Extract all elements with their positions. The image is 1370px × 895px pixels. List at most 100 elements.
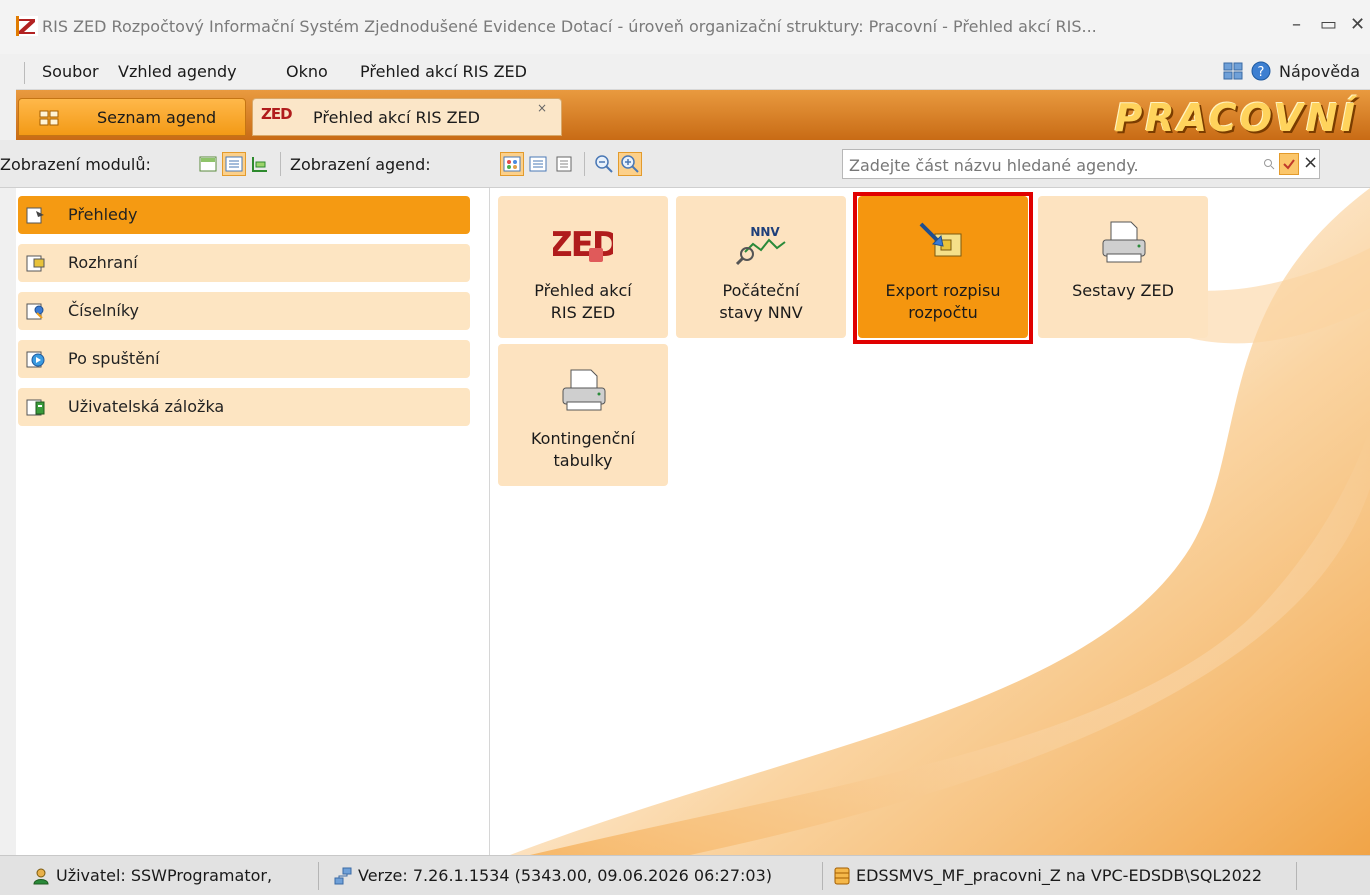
zoom-out-icon <box>595 155 613 173</box>
agenda-search-input[interactable] <box>847 153 1271 177</box>
module-item-interfaces[interactable]: Rozhraní <box>18 244 470 282</box>
user-icon <box>33 868 49 884</box>
checkmark-icon <box>1283 159 1295 170</box>
startup-folder-icon <box>26 351 45 368</box>
minimize-button[interactable]: – <box>1292 14 1301 35</box>
toolbar: Zobrazení modulů: Zobrazení agend: Zadej… <box>0 140 1370 188</box>
tab-agenda-list[interactable]: Seznam agend <box>18 98 246 136</box>
module-label: Číselníky <box>68 301 139 320</box>
zed-small-icon: ZED <box>261 105 293 123</box>
modules-view-details-button[interactable] <box>222 152 246 176</box>
menu-bar: Soubor Vzhled agendy Okno Přehled akcí R… <box>16 54 1370 90</box>
module-item-on-startup[interactable]: Po spuštění <box>18 340 470 378</box>
menu-actions-overview[interactable]: Přehled akcí RIS ZED <box>360 62 527 81</box>
toolbar-separator <box>584 152 585 176</box>
help-menu[interactable]: Nápověda <box>1279 62 1360 81</box>
module-label: Uživatelská záložka <box>68 397 225 416</box>
modules-view-label: Zobrazení modulů: <box>0 155 151 174</box>
svg-text:?: ? <box>1258 65 1265 80</box>
window-title: RIS ZED Rozpočtový Informační Systém Zje… <box>42 17 1097 36</box>
status-user-text: Uživatel: SSWProgramator, <box>56 866 273 885</box>
zed-logo-text: ZED <box>553 225 613 265</box>
tile-label: Sestavy ZED <box>1072 281 1174 300</box>
nnv-icon-text: NNV <box>750 225 780 239</box>
overview-folder-icon <box>26 207 44 224</box>
search-clear-button[interactable]: × <box>1303 152 1318 173</box>
help-area: ? Nápověda <box>1223 61 1360 81</box>
help-icon[interactable]: ? <box>1251 61 1271 81</box>
maximize-button[interactable]: ▭ <box>1320 14 1337 35</box>
app-logo-icon <box>16 16 38 36</box>
agendas-view-label: Zobrazení agend: <box>290 155 431 174</box>
list-rows-icon <box>199 156 217 172</box>
module-label: Přehledy <box>68 205 138 224</box>
tile-label: Kontingenční tabulky <box>530 429 635 470</box>
zoom-in-icon <box>621 155 639 173</box>
network-icon <box>334 867 352 884</box>
status-database: EDSSMVS_MF_pracovni_Z na VPC-EDSDB\SQL20… <box>834 866 1262 885</box>
modules-view-list-button[interactable] <box>196 152 220 176</box>
modules-view-tree-button[interactable] <box>248 152 272 176</box>
zed-logo-icon: ZED <box>553 225 613 265</box>
tile-pivot-tables[interactable]: Kontingenční tabulky <box>498 344 668 486</box>
title-bar: RIS ZED Rozpočtový Informační Systém Zje… <box>0 0 1370 54</box>
status-separator <box>1296 862 1297 890</box>
menu-window[interactable]: Okno <box>286 62 328 81</box>
interface-folder-icon <box>26 255 45 272</box>
menu-separator <box>24 62 25 84</box>
details-view-icon <box>225 156 243 172</box>
document-view-icon <box>556 156 572 172</box>
tab-close-button[interactable]: × <box>537 101 547 115</box>
module-item-overviews[interactable]: Přehledy <box>18 196 470 234</box>
layout-grid-icon[interactable] <box>1223 62 1243 80</box>
agendas-view-details-button[interactable] <box>552 152 576 176</box>
status-database-text: EDSSMVS_MF_pracovni_Z na VPC-EDSDB\SQL20… <box>856 866 1263 885</box>
module-label: Rozhraní <box>68 253 138 272</box>
tile-actions-overview[interactable]: ZED Přehled akcí RIS ZED <box>498 196 668 338</box>
agendas-view-list-button[interactable] <box>526 152 550 176</box>
zoom-out-button[interactable] <box>592 152 616 176</box>
status-user: Uživatel: SSWProgramator, <box>32 866 272 885</box>
search-confirm-button[interactable] <box>1279 153 1299 175</box>
toolbar-separator <box>280 152 281 176</box>
status-bar: Uživatel: SSWProgramator, Verze: 7.26.1.… <box>0 855 1370 895</box>
tile-label: Počáteční stavy NNV <box>719 281 803 322</box>
menu-file[interactable]: Soubor <box>42 62 99 81</box>
grid-icon <box>39 110 59 126</box>
status-separator <box>822 862 823 890</box>
nnv-chart-icon: NNV <box>735 225 786 266</box>
tree-view-icon <box>252 157 267 172</box>
printer-icon <box>1102 221 1146 263</box>
modules-panel: Přehledy Rozhraní Číselníky Po spuštění … <box>16 188 490 855</box>
tile-initial-states-nnv[interactable]: NNV Počáteční stavy NNV <box>676 196 846 338</box>
tab-strip: Seznam agend ZED Přehled akcí RIS ZED × … <box>16 90 1370 140</box>
module-label: Po spuštění <box>68 349 160 368</box>
user-tab-folder-icon <box>26 399 45 416</box>
search-icon[interactable] <box>1263 158 1275 170</box>
module-item-user-tab[interactable]: Uživatelská záložka <box>18 388 470 426</box>
tab-actions-overview-label: Přehled akcí RIS ZED <box>313 108 480 127</box>
large-icons-icon <box>503 156 521 172</box>
status-separator <box>318 862 319 890</box>
tile-export-budget-breakdown[interactable]: Export rozpisu rozpočtu <box>858 196 1028 338</box>
tile-zed-reports[interactable]: Sestavy ZED <box>1038 196 1208 338</box>
agenda-search-box: × <box>842 149 1320 179</box>
tab-agenda-list-label: Seznam agend <box>97 108 217 127</box>
tile-label: Přehled akcí RIS ZED <box>534 281 632 322</box>
environment-brand: PRACOVNÍ <box>1114 96 1358 140</box>
export-arrow-icon <box>919 222 962 257</box>
module-item-codelists[interactable]: Číselníky <box>18 292 470 330</box>
tile-label: Export rozpisu rozpočtu <box>885 281 1001 322</box>
printer-icon <box>562 369 606 411</box>
database-icon <box>834 867 850 884</box>
codelist-folder-icon <box>26 303 44 320</box>
zoom-in-button[interactable] <box>618 152 642 176</box>
tab-actions-overview[interactable]: ZED Přehled akcí RIS ZED × <box>252 98 562 136</box>
status-version-text: Verze: 7.26.1.1534 (5343.00, 09.06.2026 … <box>358 866 772 885</box>
status-version: Verze: 7.26.1.1534 (5343.00, 09.06.2026 … <box>334 866 772 885</box>
agendas-view-icons-button[interactable] <box>500 152 524 176</box>
list-view-icon <box>529 156 547 172</box>
menu-view-agenda[interactable]: Vzhled agendy <box>118 62 237 81</box>
close-window-button[interactable]: ✕ <box>1350 14 1365 35</box>
agenda-tiles-area: ZED Přehled akcí RIS ZED NNV Počáteční s… <box>490 188 1370 855</box>
